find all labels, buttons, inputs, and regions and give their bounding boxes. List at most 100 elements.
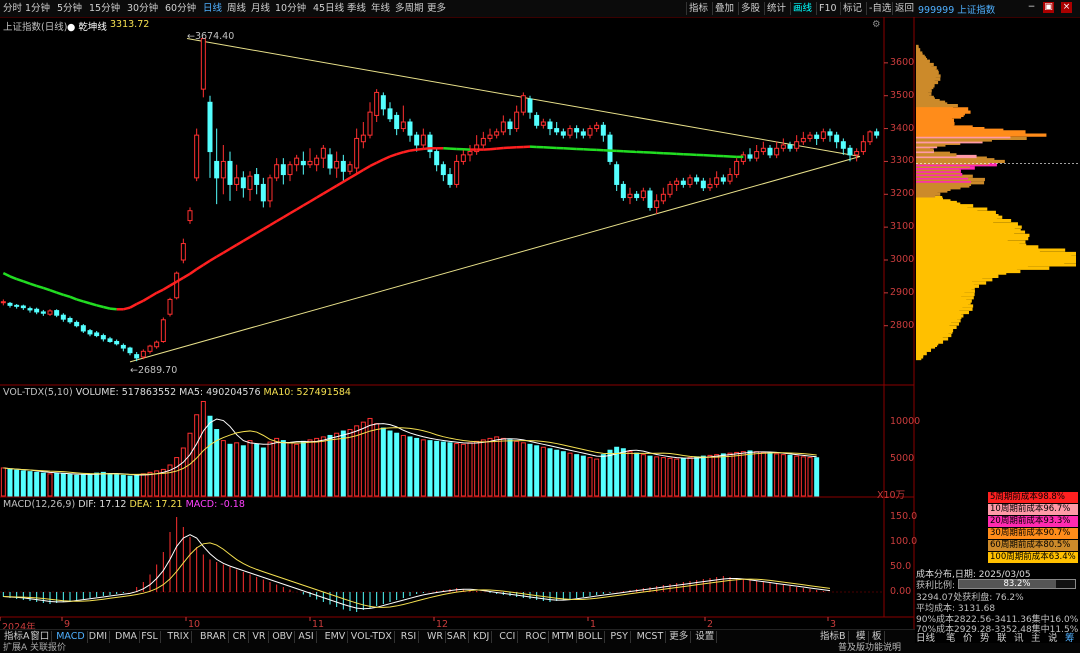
chart-settings-icon[interactable]: ⚙	[872, 19, 881, 30]
candle[interactable]	[667, 183, 673, 195]
minimize-icon[interactable]: −	[1026, 2, 1037, 13]
period-tab[interactable]: 15分钟	[89, 2, 120, 15]
side-tab[interactable]: 筹	[1065, 630, 1075, 644]
candle[interactable]	[274, 164, 280, 179]
candle[interactable]	[134, 354, 140, 359]
candle[interactable]	[254, 174, 260, 185]
candle[interactable]	[760, 147, 766, 153]
candle[interactable]	[314, 157, 320, 166]
candle[interactable]	[867, 131, 873, 143]
candle[interactable]	[0, 301, 6, 304]
candle[interactable]	[447, 174, 453, 185]
candle[interactable]	[400, 121, 406, 130]
indicator-b-tab[interactable]: 模	[854, 631, 869, 643]
candle[interactable]	[854, 151, 860, 156]
indicator-b-tab[interactable]: 板	[870, 631, 885, 643]
candle[interactable]	[354, 137, 360, 169]
candle[interactable]	[720, 177, 726, 182]
candle[interactable]	[67, 317, 73, 323]
close-icon[interactable]: ×	[1061, 2, 1072, 13]
candle[interactable]	[320, 147, 326, 159]
candle[interactable]	[774, 147, 780, 156]
tool-button[interactable]: 叠加	[712, 2, 736, 15]
candle[interactable]	[660, 193, 666, 202]
tool-button[interactable]: 返回	[892, 2, 916, 15]
side-tab[interactable]: 主	[1031, 630, 1041, 644]
side-tab[interactable]: 讯	[1014, 630, 1024, 644]
period-tab[interactable]: 45日线	[313, 2, 344, 15]
period-tab[interactable]: 10分钟	[275, 2, 306, 15]
trend-line-lower[interactable]	[129, 156, 861, 363]
candle[interactable]	[214, 160, 220, 179]
candle[interactable]	[740, 154, 746, 162]
candle[interactable]	[260, 183, 266, 202]
candle[interactable]	[840, 141, 846, 149]
candle[interactable]	[74, 321, 80, 327]
candle[interactable]	[307, 160, 313, 166]
candle[interactable]	[40, 311, 46, 314]
side-tab[interactable]: 联	[997, 630, 1007, 644]
indicator-tab[interactable]: VOL-TDX	[349, 631, 395, 643]
candle[interactable]	[587, 128, 593, 136]
candle[interactable]	[234, 177, 240, 185]
indicator-tab[interactable]: 更多	[667, 631, 692, 643]
candle[interactable]	[294, 157, 300, 166]
candle[interactable]	[694, 177, 700, 182]
side-tab[interactable]: 说	[1048, 630, 1058, 644]
candle[interactable]	[54, 310, 60, 316]
indicator-tab[interactable]: MTM	[550, 631, 577, 643]
tool-button[interactable]: 标记	[840, 2, 864, 15]
indicator-tab[interactable]: DMI	[87, 631, 111, 643]
candle[interactable]	[420, 134, 426, 146]
candle[interactable]	[94, 332, 100, 337]
indicator-tab[interactable]: ROC	[523, 631, 550, 643]
tool-button[interactable]: 画线	[790, 2, 814, 15]
candle[interactable]	[727, 174, 733, 182]
tool-button[interactable]: -自选	[866, 2, 893, 15]
candle[interactable]	[654, 200, 660, 208]
candle[interactable]	[227, 160, 233, 185]
indicator-tab[interactable]: OBV	[270, 631, 296, 643]
candle[interactable]	[767, 147, 773, 156]
candle[interactable]	[640, 190, 646, 199]
candle[interactable]	[620, 183, 626, 199]
candle[interactable]	[334, 160, 340, 169]
candle[interactable]	[614, 164, 620, 185]
candle[interactable]	[140, 350, 146, 358]
candle[interactable]	[7, 302, 13, 306]
candle[interactable]	[380, 95, 386, 110]
candle[interactable]	[560, 131, 566, 136]
indicator-tab[interactable]: 窗口	[28, 631, 53, 643]
candle[interactable]	[480, 137, 486, 146]
candle[interactable]	[820, 131, 826, 139]
candle[interactable]	[567, 128, 573, 136]
candle[interactable]	[674, 180, 680, 185]
tool-button[interactable]: 多股	[738, 2, 762, 15]
indicator-tab[interactable]: WR	[425, 631, 446, 643]
candle[interactable]	[794, 141, 800, 149]
candle[interactable]	[547, 121, 553, 130]
side-tab[interactable]: 势	[980, 630, 990, 644]
candle[interactable]	[554, 128, 560, 133]
candle[interactable]	[454, 160, 460, 185]
candle[interactable]	[247, 175, 253, 190]
candle[interactable]	[300, 160, 306, 166]
candle[interactable]	[487, 134, 493, 139]
indicator-tab[interactable]: MCST	[635, 631, 667, 643]
candle[interactable]	[114, 340, 120, 345]
candle[interactable]	[427, 134, 433, 153]
candle[interactable]	[647, 190, 653, 208]
indicator-tab[interactable]: FSL	[139, 631, 161, 643]
candle[interactable]	[414, 134, 420, 146]
indicator-tab[interactable]: MACD	[54, 631, 88, 643]
candle[interactable]	[527, 98, 533, 113]
period-tab[interactable]: 年线	[371, 2, 390, 15]
period-tab[interactable]: 日线	[203, 2, 222, 15]
candle[interactable]	[540, 121, 546, 126]
candle[interactable]	[147, 345, 153, 352]
indicator-tab[interactable]: EMV	[323, 631, 349, 643]
tool-button[interactable]: F10	[816, 2, 839, 15]
candle[interactable]	[287, 164, 293, 176]
indicator-tab[interactable]: BOLL	[576, 631, 606, 643]
candle[interactable]	[467, 151, 473, 156]
